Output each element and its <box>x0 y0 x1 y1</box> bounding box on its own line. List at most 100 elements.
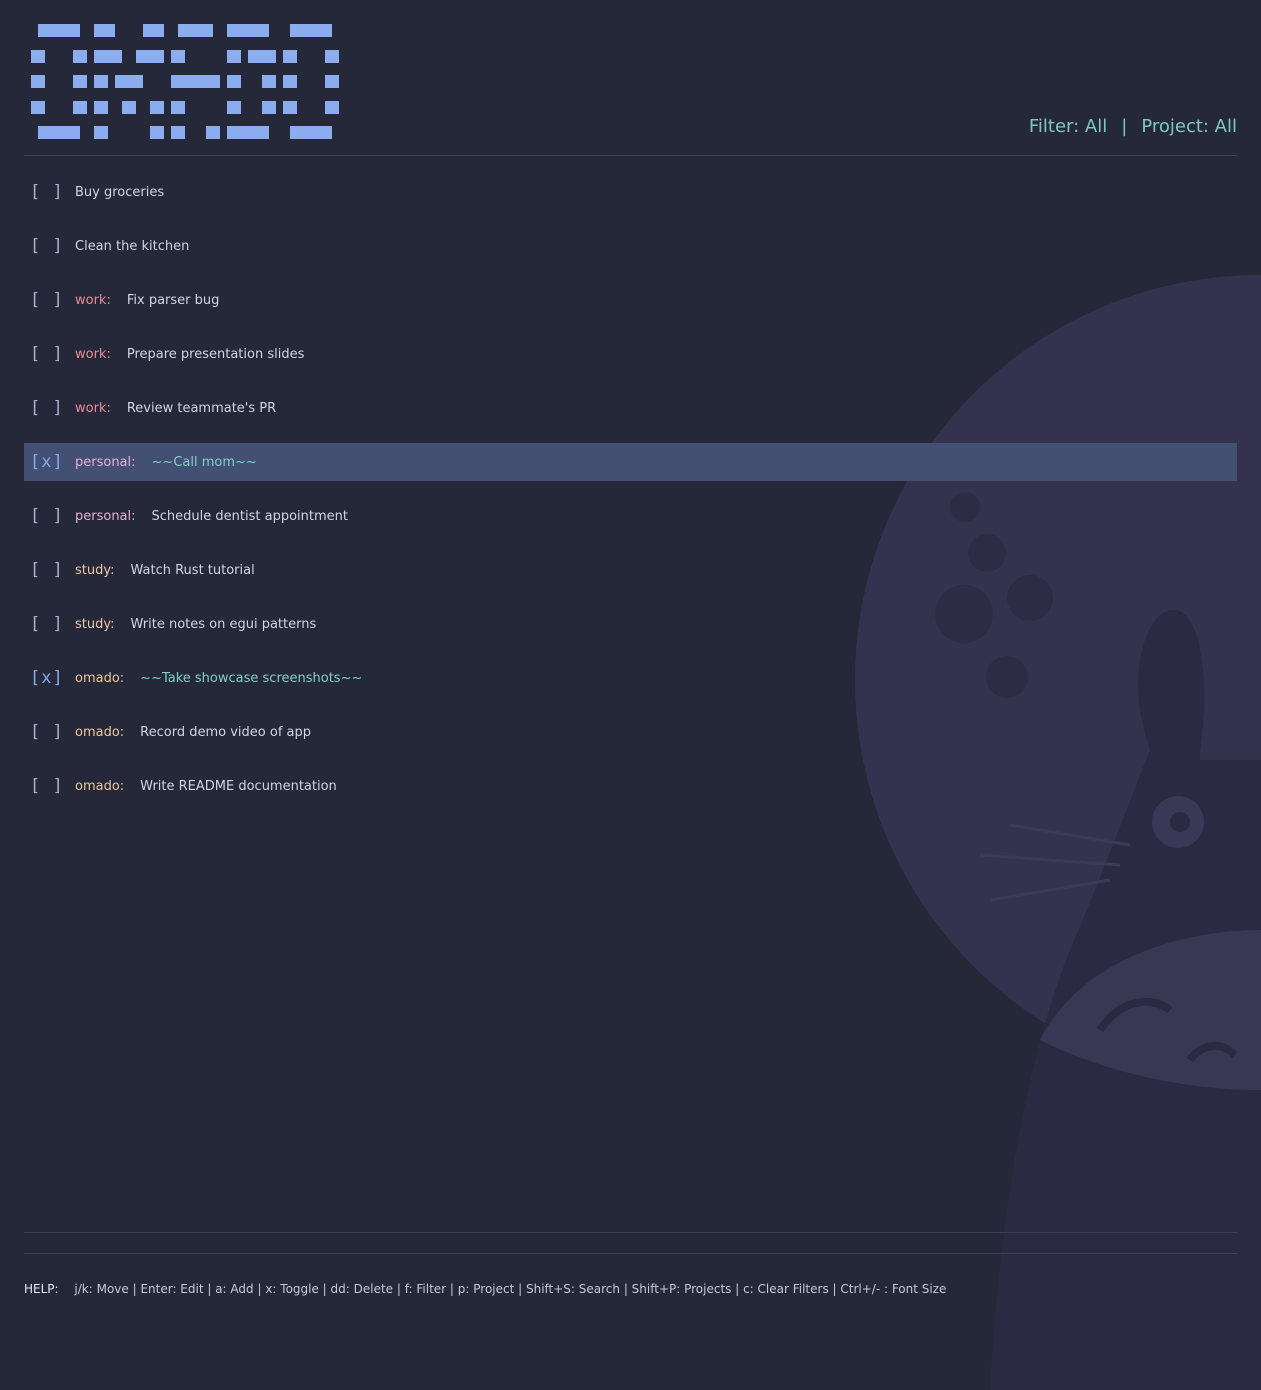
todo-item[interactable]: [ ] study: Write notes on egui patterns <box>24 605 1237 643</box>
todo-item[interactable]: [ ] Clean the kitchen <box>24 227 1237 265</box>
todo-item[interactable]: [ ] study: Watch Rust tutorial <box>24 551 1237 589</box>
todo-item[interactable]: [ ] Buy groceries <box>24 173 1237 211</box>
todo-item[interactable]: [ ] omado: Record demo video of app <box>24 713 1237 751</box>
help-label: HELP: <box>24 1282 59 1296</box>
todo-checkbox[interactable]: [ ] <box>24 290 68 310</box>
todo-item[interactable]: [ ] work: Fix parser bug <box>24 281 1237 319</box>
todo-checkbox[interactable]: [x] <box>24 452 68 472</box>
logo-block <box>31 50 45 63</box>
logo-block <box>206 126 220 139</box>
logo-block <box>325 75 339 88</box>
logo-block <box>283 75 297 88</box>
logo-block <box>73 101 87 114</box>
logo-block <box>94 24 115 37</box>
logo-block <box>227 24 269 37</box>
logo-block <box>227 126 269 139</box>
todo-checkbox[interactable]: [ ] <box>24 398 68 418</box>
filter-status: Filter: All | Project: All <box>1029 116 1237 137</box>
todo-list: [ ] Buy groceries [ ] Clean the kitchen [ ] w… <box>24 173 1237 821</box>
logo-block <box>325 101 339 114</box>
todo-project-tag: omado: <box>75 724 125 740</box>
todo-title: Prepare presentation slides <box>126 346 305 362</box>
todo-item[interactable]: [x] personal: ~~Call mom~~ <box>24 443 1237 481</box>
todo-project-tag: study: <box>75 616 115 632</box>
todo-title: Record demo video of app <box>140 724 311 740</box>
logo-block <box>38 24 80 37</box>
logo-block <box>73 75 87 88</box>
todo-checkbox[interactable]: [ ] <box>24 236 68 256</box>
todo-checkbox[interactable]: [ ] <box>24 344 68 364</box>
logo-block <box>150 126 164 139</box>
filter-separator: | <box>1121 116 1128 137</box>
todo-checkbox[interactable]: [ ] <box>24 614 68 634</box>
help-bar: HELP: j/k: Move | Enter: Edit | a: Add |… <box>24 1282 946 1296</box>
omado-logo <box>31 24 339 139</box>
todo-title: Schedule dentist appointment <box>151 508 348 524</box>
logo-block <box>262 101 276 114</box>
logo-block <box>31 75 45 88</box>
todo-item[interactable]: [ ] work: Review teammate's PR <box>24 389 1237 427</box>
todo-item[interactable]: [x] omado: ~~Take showcase screenshots~~ <box>24 659 1237 697</box>
todo-title: Review teammate's PR <box>126 400 277 416</box>
todo-checkbox[interactable]: [ ] <box>24 182 68 202</box>
logo-block <box>122 101 136 114</box>
todo-item[interactable]: [ ] personal: Schedule dentist appointment <box>24 497 1237 535</box>
todo-project-tag: work: <box>75 346 111 362</box>
whisker <box>989 878 1111 902</box>
todo-title: Clean the kitchen <box>75 238 190 254</box>
todo-title: ~~Call mom~~ <box>151 454 257 470</box>
todo-project-tag: omado: <box>75 778 125 794</box>
logo-block <box>38 126 80 139</box>
logo-block <box>262 50 276 63</box>
todo-title: Write README documentation <box>140 778 337 794</box>
whisker <box>1009 823 1131 847</box>
todo-title: Buy groceries <box>75 184 165 200</box>
logo-block <box>290 126 332 139</box>
footer-divider <box>24 1232 1237 1233</box>
logo-block <box>248 50 262 63</box>
logo-block <box>283 50 297 63</box>
todo-checkbox[interactable]: [ ] <box>24 506 68 526</box>
logo-block <box>290 24 332 37</box>
todo-checkbox[interactable]: [ ] <box>24 560 68 580</box>
todo-checkbox[interactable]: [x] <box>24 668 68 688</box>
logo-block <box>94 126 108 139</box>
logo-block <box>262 75 276 88</box>
logo-block <box>94 75 108 88</box>
filter-label[interactable]: Filter: All <box>1029 116 1107 137</box>
logo-block <box>31 101 45 114</box>
belly-mark <box>1186 1042 1238 1063</box>
belly-mark <box>1096 997 1173 1033</box>
logo-block <box>94 50 122 63</box>
header-divider <box>24 155 1237 156</box>
todo-checkbox[interactable]: [ ] <box>24 776 68 796</box>
todo-item[interactable]: [ ] work: Prepare presentation slides <box>24 335 1237 373</box>
project-label[interactable]: Project: All <box>1141 116 1237 137</box>
todo-title: Fix parser bug <box>126 292 220 308</box>
app-window: Filter: All | Project: All [ ] Buy grocer… <box>0 0 1261 1390</box>
todo-checkbox[interactable]: [ ] <box>24 722 68 742</box>
logo-block <box>171 101 185 114</box>
logo-block <box>171 126 185 139</box>
logo-block <box>171 75 220 88</box>
logo-block <box>325 50 339 63</box>
todo-item[interactable]: [ ] omado: Write README documentation <box>24 767 1237 805</box>
logo-block <box>150 101 164 114</box>
todo-title: Watch Rust tutorial <box>130 562 255 578</box>
logo-block <box>115 75 143 88</box>
whisker <box>979 853 1121 867</box>
todo-project-tag: personal: <box>75 454 136 470</box>
logo-block <box>227 75 241 88</box>
todo-project-tag: study: <box>75 562 115 578</box>
logo-block <box>136 50 164 63</box>
todo-project-tag: work: <box>75 292 111 308</box>
todo-project-tag: omado: <box>75 670 125 686</box>
creature-belly <box>1040 930 1261 1090</box>
logo-block <box>283 101 297 114</box>
todo-title: Write notes on egui patterns <box>130 616 317 632</box>
help-text: j/k: Move | Enter: Edit | a: Add | x: To… <box>74 1282 947 1296</box>
logo-block <box>143 24 164 37</box>
todo-title: ~~Take showcase screenshots~~ <box>140 670 363 686</box>
logo-block <box>178 24 213 37</box>
footer-divider <box>24 1253 1237 1254</box>
